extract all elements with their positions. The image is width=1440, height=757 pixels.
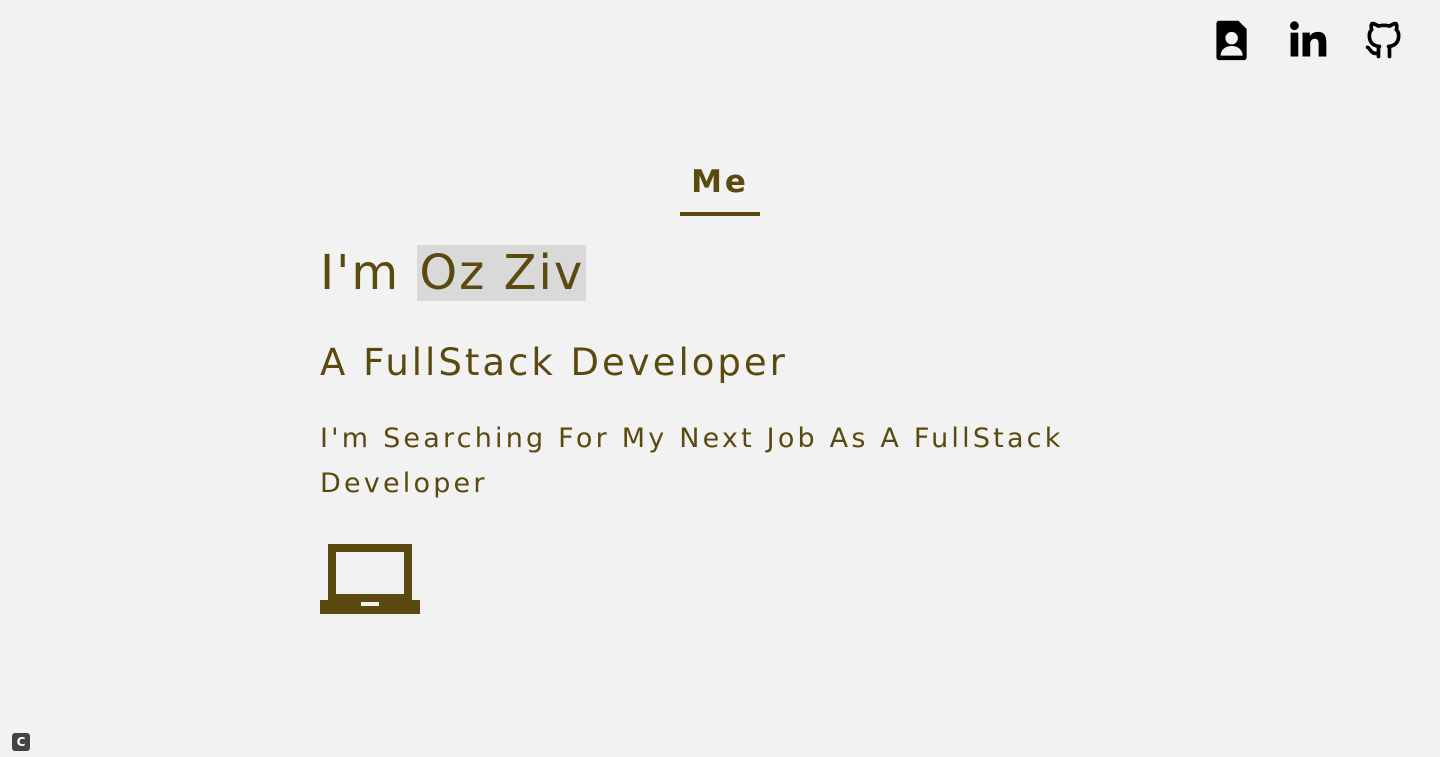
resume-link[interactable] — [1210, 18, 1254, 62]
github-link[interactable] — [1362, 18, 1406, 62]
tab-me[interactable]: Me — [680, 160, 760, 216]
tab-active-underline — [680, 212, 760, 216]
copyright-icon: C — [12, 733, 30, 751]
page: Me I'm Oz Ziv A FullStack Developer I'm … — [0, 0, 1440, 757]
role-title: A FullStack Developer — [320, 341, 788, 384]
name-highlight: Oz Ziv — [417, 245, 587, 301]
job-search-description: I'm Searching For My Next Job As A FullS… — [320, 423, 1064, 499]
laptop-icon — [320, 544, 420, 614]
linkedin-link[interactable] — [1286, 18, 1330, 62]
tab-label: Me — [691, 164, 749, 200]
intro-prefix: I'm — [320, 245, 418, 301]
linkedin-icon — [1290, 21, 1327, 57]
contact-file-icon — [1216, 20, 1247, 61]
intro-heading: I'm Oz Ziv — [320, 240, 1120, 306]
social-links — [1210, 18, 1406, 62]
hero-section: I'm Oz Ziv A FullStack Developer I'm Sea… — [320, 240, 1120, 614]
github-icon — [1365, 21, 1401, 59]
